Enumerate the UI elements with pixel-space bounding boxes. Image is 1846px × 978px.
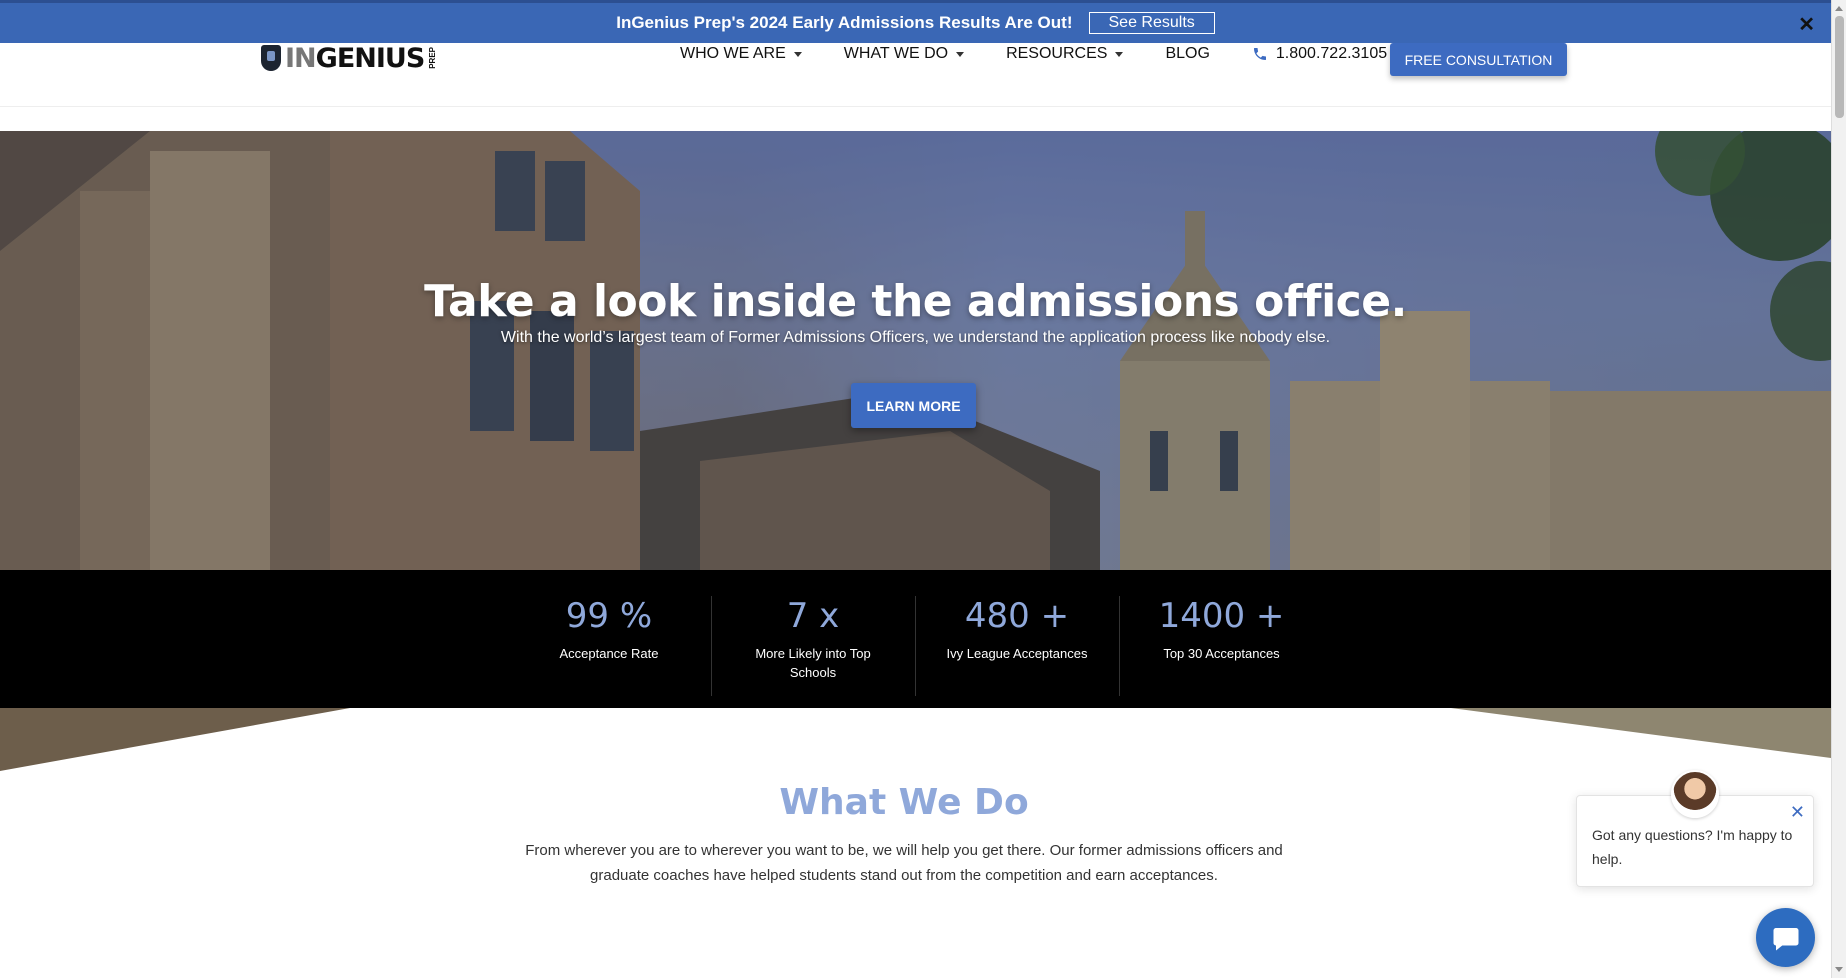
- nav-resources[interactable]: RESOURCES: [1006, 45, 1124, 63]
- announcement-text: InGenius Prep's 2024 Early Admissions Re…: [616, 13, 1073, 32]
- stat-value: 7 x: [786, 596, 840, 636]
- chat-message: Got any questions? I'm happy to help.: [1592, 827, 1793, 867]
- stat-item: 480 + Ivy League Acceptances: [916, 596, 1120, 696]
- stat-label: More Likely into Top Schools: [755, 646, 871, 680]
- phone-number: 1.800.722.3105: [1275, 45, 1388, 62]
- stat-label: Top 30 Acceptances: [1163, 646, 1280, 661]
- stat-value: 1400 +: [1158, 596, 1285, 636]
- hero-subtitle: With the world’s largest team of Former …: [500, 329, 1331, 346]
- stat-value: 99 %: [565, 596, 653, 636]
- caret-down-icon: [793, 51, 802, 57]
- caret-down-icon: [1115, 51, 1124, 57]
- decorative-wedge-left: [0, 708, 350, 771]
- stat-label: Acceptance Rate: [559, 646, 659, 661]
- nav-what-we-do[interactable]: WHAT WE DO: [844, 45, 965, 63]
- free-consultation-button[interactable]: FREE CONSULTATION: [1390, 43, 1567, 76]
- decorative-wedge-right: [1451, 708, 1831, 758]
- phone-link[interactable]: 1.800.722.3105: [1252, 45, 1387, 63]
- logo-wordmark: INGENIUS: [285, 42, 425, 74]
- close-icon[interactable]: ✕: [1798, 12, 1815, 37]
- site-header: INGENIUS PREP WHO WE ARE WHAT WE DO RESO…: [0, 43, 1831, 107]
- phone-icon: [1253, 48, 1266, 60]
- what-we-do-section: What We Do From wherever you are to wher…: [0, 708, 1831, 978]
- nav-who-we-are[interactable]: WHO WE ARE: [680, 45, 802, 63]
- main-nav: WHO WE ARE WHAT WE DO RESOURCES BLOG 1.8…: [680, 43, 1387, 65]
- chat-launcher-button[interactable]: [1756, 908, 1815, 967]
- scroll-up-icon[interactable]: [1835, 6, 1843, 11]
- stat-item: 1400 + Top 30 Acceptances: [1120, 596, 1324, 696]
- scroll-thumb[interactable]: [1835, 16, 1844, 118]
- scroll-down-icon[interactable]: [1835, 967, 1843, 972]
- hero-section: Take a look inside the admissions office…: [0, 131, 1831, 571]
- see-results-button[interactable]: See Results: [1088, 12, 1215, 34]
- stat-item: 7 x More Likely into Top Schools: [712, 596, 916, 696]
- caret-down-icon: [956, 51, 965, 57]
- stat-item: 99 % Acceptance Rate: [508, 596, 712, 696]
- section-title: What We Do: [779, 782, 1029, 823]
- logo-prep-text: PREP: [428, 47, 438, 69]
- nav-blog[interactable]: BLOG: [1165, 45, 1209, 63]
- page-scrollbar[interactable]: [1831, 0, 1846, 978]
- agent-avatar: [1671, 770, 1719, 818]
- chat-greeting-popup[interactable]: ✕ Got any questions? I'm happy to help.: [1576, 770, 1814, 887]
- chat-icon: [1773, 927, 1798, 950]
- learn-more-button[interactable]: LEARN MORE: [851, 383, 976, 428]
- campus-building-image: [0, 131, 1831, 571]
- section-description: From wherever you are to wherever you wa…: [525, 842, 1283, 884]
- stat-value: 480 +: [964, 596, 1070, 636]
- stat-label: Ivy League Acceptances: [946, 646, 1088, 661]
- stats-band: 99 % Acceptance Rate 7 x More Likely int…: [0, 570, 1831, 708]
- ingenius-prep-logo[interactable]: INGENIUS PREP: [261, 42, 438, 74]
- hero-title: Take a look inside the admissions office…: [424, 276, 1407, 327]
- announcement-bar: InGenius Prep's 2024 Early Admissions Re…: [0, 0, 1831, 43]
- shield-icon: [261, 45, 281, 71]
- close-icon[interactable]: ✕: [1790, 802, 1805, 823]
